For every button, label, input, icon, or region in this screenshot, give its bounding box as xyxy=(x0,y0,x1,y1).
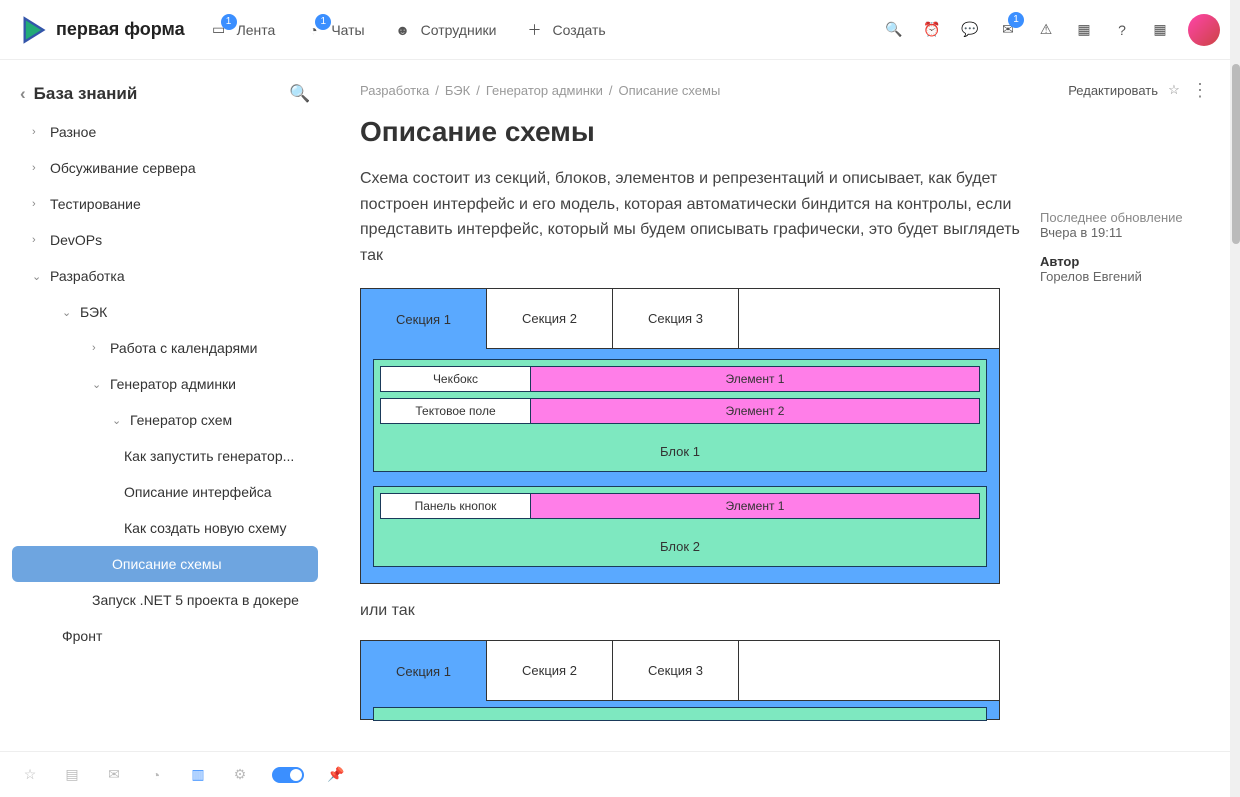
d2-section-3: Секция 3 xyxy=(613,641,739,701)
logo-icon xyxy=(20,16,48,44)
d1-block-1: ЧекбоксЭлемент 1 Тектовое полеЭлемент 2 … xyxy=(373,359,987,472)
grid-icon[interactable]: ▦ xyxy=(1074,20,1094,40)
back-icon[interactable]: ‹ xyxy=(20,84,26,104)
sidebar-item-how-create[interactable]: Как создать новую схему xyxy=(12,510,318,546)
db-icon[interactable]: ▤ xyxy=(62,765,82,785)
sidebar-item-how-run[interactable]: Как запустить генератор... xyxy=(12,438,318,474)
avatar[interactable] xyxy=(1188,14,1220,46)
scrollbar-thumb[interactable] xyxy=(1232,64,1240,244)
plus-icon: ＋ xyxy=(524,20,544,40)
chevron-down-icon: ⌄ xyxy=(32,270,42,283)
scrollbar-track[interactable] xyxy=(1230,0,1240,797)
sidebar-item-docker[interactable]: Запуск .NET 5 проекта в докере xyxy=(12,582,318,618)
app-icon[interactable]: ▥ xyxy=(188,765,208,785)
page-description: Схема состоит из секций, блоков, элемент… xyxy=(360,166,1020,268)
sidebar-item-gen-admin[interactable]: ⌄Генератор админки xyxy=(12,366,318,402)
edit-button[interactable]: Редактировать xyxy=(1068,83,1158,98)
chat-badge: 1 xyxy=(315,14,331,30)
sidebar-item-devops[interactable]: ›DevOPs xyxy=(12,222,318,258)
d1-section-2: Секция 2 xyxy=(487,289,613,349)
sidebar-item-calendars[interactable]: ›Работа с календарями xyxy=(12,330,318,366)
toggle-switch[interactable] xyxy=(272,767,304,783)
author-label: Автор xyxy=(1040,254,1210,269)
nav-create[interactable]: ＋ Создать xyxy=(524,20,605,40)
crumb-gen[interactable]: Генератор админки xyxy=(486,83,603,98)
sidebar-item-dev[interactable]: ⌄Разработка xyxy=(12,258,318,294)
sidebar-item-desc-ui[interactable]: Описание интерфейса xyxy=(12,474,318,510)
gear-icon[interactable]: ⚙ xyxy=(230,765,250,785)
help-icon[interactable]: ? xyxy=(1112,20,1132,40)
star-bottom-icon[interactable]: ☆ xyxy=(20,765,40,785)
search-icon[interactable]: 🔍 xyxy=(884,20,904,40)
crumb-current: Описание схемы xyxy=(619,83,721,98)
d1-block-2: Панель кнопокЭлемент 1 Блок 2 xyxy=(373,486,987,567)
sidebar-item-server[interactable]: ›Обсуживание сервера xyxy=(12,150,318,186)
crumb-back[interactable]: БЭК xyxy=(445,83,470,98)
sidebar-item-gen-schemes[interactable]: ⌄Генератор схем xyxy=(12,402,318,438)
author-value: Горелов Евгений xyxy=(1040,269,1210,284)
breadcrumb: Разработка / БЭК / Генератор админки / О… xyxy=(360,80,1210,100)
brand-text: первая форма xyxy=(56,19,185,40)
star-icon[interactable]: ☆ xyxy=(1164,80,1184,100)
page-title: Описание схемы xyxy=(360,116,1210,148)
alarm-icon[interactable]: ⏰ xyxy=(922,20,942,40)
logo[interactable]: первая форма xyxy=(20,16,185,44)
updated-value: Вчера в 19:11 xyxy=(1040,225,1210,240)
d1-section-1: Секция 1 xyxy=(361,289,487,349)
crumb-dev[interactable]: Разработка xyxy=(360,83,429,98)
d2-section-2: Секция 2 xyxy=(487,641,613,701)
pie-icon[interactable]: ◔ xyxy=(146,765,166,785)
d2-section-1: Секция 1 xyxy=(361,641,487,701)
people-icon: ☻ xyxy=(393,20,413,40)
pin-icon[interactable]: 📌 xyxy=(326,765,346,785)
sidebar: ‹ База знаний 🔍 ›Разное ›Обсуживание сер… xyxy=(0,60,330,751)
chevron-down-icon: ⌄ xyxy=(62,306,72,319)
nav-employees[interactable]: ☻ Сотрудники xyxy=(393,20,497,40)
sidebar-search-icon[interactable]: 🔍 xyxy=(290,84,310,104)
calendar-icon[interactable]: ▦ xyxy=(1150,20,1170,40)
sidebar-item-testing[interactable]: ›Тестирование xyxy=(12,186,318,222)
envelope-icon[interactable]: ✉ xyxy=(104,765,124,785)
sidebar-item-front[interactable]: Фронт xyxy=(12,618,318,654)
more-icon[interactable]: ⋮ xyxy=(1190,80,1210,100)
updated-label: Последнее обновление xyxy=(1040,210,1210,225)
sidebar-item-misc[interactable]: ›Разное xyxy=(12,114,318,150)
diagram-2: Секция 1 Секция 2 Секция 3 xyxy=(360,640,1000,720)
feed-badge: 1 xyxy=(221,14,237,30)
nav-chats[interactable]: ◔ Чаты 1 xyxy=(303,20,364,40)
comment-icon[interactable]: 💬 xyxy=(960,20,980,40)
content-area: Разработка / БЭК / Генератор админки / О… xyxy=(330,60,1240,751)
meta-panel: Последнее обновление Вчера в 19:11 Автор… xyxy=(1040,210,1210,284)
top-navbar: первая форма ▭ Лента 1 ◔ Чаты 1 ☻ Сотруд… xyxy=(0,0,1240,60)
chevron-down-icon: ⌄ xyxy=(112,414,122,427)
diagram-1: Секция 1 Секция 2 Секция 3 ЧекбоксЭлемен… xyxy=(360,288,1000,584)
or-text: или так xyxy=(360,602,1210,620)
sidebar-item-desc-schema[interactable]: Описание схемы xyxy=(12,546,318,582)
d1-section-3: Секция 3 xyxy=(613,289,739,349)
sidebar-title: База знаний xyxy=(34,84,138,104)
bottom-bar: ☆ ▤ ✉ ◔ ▥ ⚙ 📌 xyxy=(0,751,1240,797)
chevron-down-icon: ⌄ xyxy=(92,378,102,391)
sidebar-item-back[interactable]: ⌄БЭК xyxy=(12,294,318,330)
mail-icon[interactable]: ✉1 xyxy=(998,20,1018,40)
nav-feed[interactable]: ▭ Лента 1 xyxy=(209,20,276,40)
alert-icon[interactable]: ⚠ xyxy=(1036,20,1056,40)
